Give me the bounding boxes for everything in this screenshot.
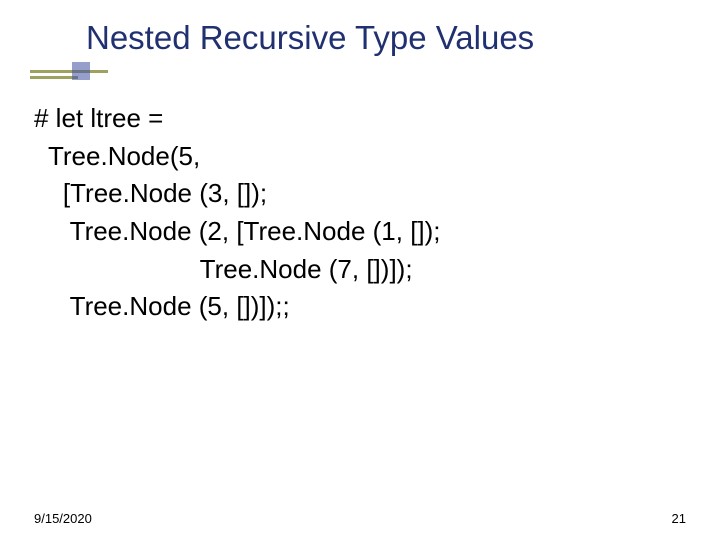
slide: Nested Recursive Type Values # let ltree… xyxy=(0,0,720,540)
code-line: Tree.Node (5, [])]);; xyxy=(34,288,686,326)
footer-date: 9/15/2020 xyxy=(34,511,92,526)
deco-square xyxy=(72,62,90,80)
footer: 9/15/2020 21 xyxy=(34,511,686,526)
deco-line xyxy=(30,70,108,73)
code-line: Tree.Node (7, [])]); xyxy=(34,251,686,289)
page-number: 21 xyxy=(672,511,686,526)
code-line: # let ltree = xyxy=(34,100,686,138)
title-decoration xyxy=(30,62,108,86)
code-line: Tree.Node (2, [Tree.Node (1, []); xyxy=(34,213,686,251)
code-line: Tree.Node(5, xyxy=(34,138,686,176)
deco-line xyxy=(30,76,78,79)
code-line: [Tree.Node (3, []); xyxy=(34,175,686,213)
title-block: Nested Recursive Type Values xyxy=(30,18,690,58)
slide-body: # let ltree = Tree.Node(5, [Tree.Node (3… xyxy=(34,100,686,326)
slide-title: Nested Recursive Type Values xyxy=(86,18,690,58)
